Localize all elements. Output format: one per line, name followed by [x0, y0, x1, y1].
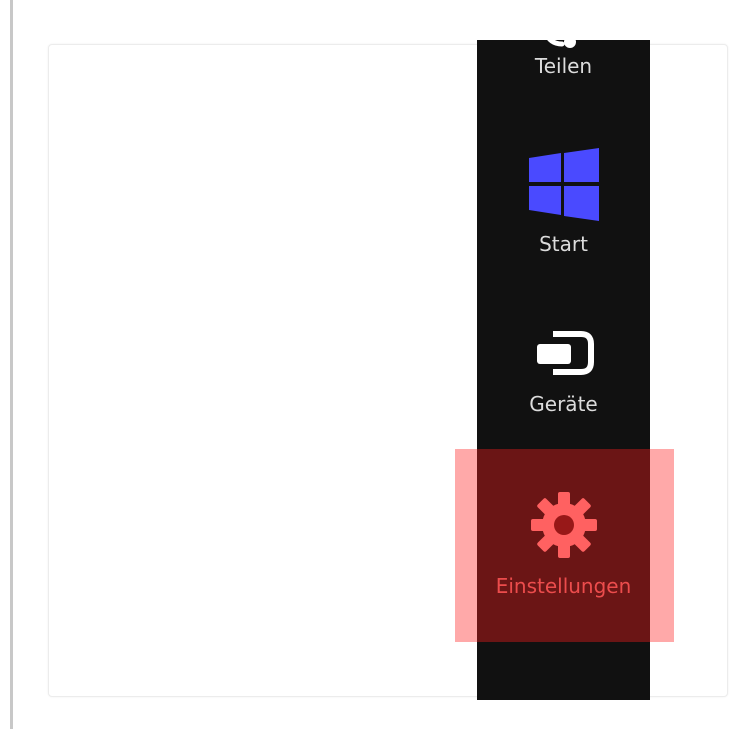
charm-share[interactable]: Teilen: [477, 32, 650, 78]
window-left-edge: [10, 0, 13, 729]
charm-devices[interactable]: Geräte: [477, 328, 650, 416]
charm-start-label: Start: [539, 232, 588, 256]
charm-start[interactable]: Start: [477, 148, 650, 256]
windows-start-icon: [528, 148, 599, 221]
share-icon: [543, 32, 576, 48]
highlight-overlay: [455, 449, 674, 642]
charm-devices-label: Geräte: [529, 392, 598, 416]
charm-share-label: Teilen: [534, 54, 593, 78]
screenshot-stage: Teilen Start Geräte Einstellungen: [0, 0, 753, 729]
devices-icon: [536, 331, 594, 375]
